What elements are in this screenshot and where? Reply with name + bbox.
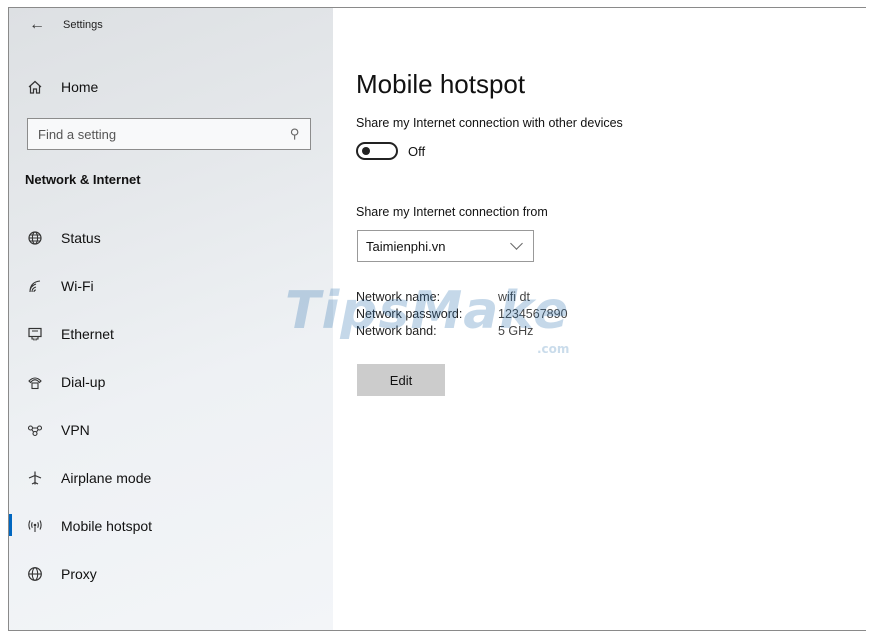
- share-connection-label: Share my Internet connection with other …: [356, 116, 623, 130]
- sidebar-item-home[interactable]: Home: [25, 78, 98, 96]
- dial-up-icon: [25, 373, 45, 391]
- sidebar-item-proxy[interactable]: Proxy: [9, 550, 333, 598]
- edit-button[interactable]: Edit: [357, 364, 445, 396]
- back-arrow-icon[interactable]: ←: [29, 17, 45, 33]
- section-heading: Network & Internet: [25, 172, 141, 187]
- sidebar-item-label: Airplane mode: [61, 470, 152, 486]
- network-band-label: Network band:: [356, 323, 437, 338]
- sidebar-item-mobile-hotspot[interactable]: Mobile hotspot: [9, 502, 333, 550]
- network-password-value: 1234567890: [498, 306, 568, 321]
- sidebar-item-ethernet[interactable]: Ethernet: [9, 310, 333, 358]
- sidebar-item-label: Dial-up: [61, 374, 106, 390]
- search-icon[interactable]: ⚲: [290, 126, 300, 142]
- search-input[interactable]: [38, 126, 258, 142]
- sidebar-item-label: Status: [61, 230, 101, 246]
- hotspot-toggle[interactable]: [356, 142, 398, 160]
- share-from-value: Taimienphi.vn: [366, 238, 446, 254]
- sidebar-item-airplane-mode[interactable]: Airplane mode: [9, 454, 333, 502]
- main-content: Mobile hotspot Share my Internet connect…: [356, 8, 866, 630]
- toggle-state-label: Off: [408, 143, 426, 159]
- sidebar-nav: Status Wi-Fi Ethernet Dial-up VPN Airpla…: [9, 214, 333, 598]
- globe-status-icon: [25, 229, 45, 247]
- toggle-knob: [362, 147, 370, 155]
- search-box[interactable]: ⚲: [27, 118, 311, 150]
- network-name-row: Network name: wifi dt: [356, 288, 568, 305]
- sidebar-item-label: Wi-Fi: [61, 278, 94, 294]
- sidebar-item-wifi[interactable]: Wi-Fi: [9, 262, 333, 310]
- home-icon: [25, 78, 45, 96]
- home-label: Home: [61, 79, 99, 95]
- sidebar-item-dial-up[interactable]: Dial-up: [9, 358, 333, 406]
- network-password-row: Network password: 1234567890: [356, 305, 568, 322]
- network-name-value: wifi dt: [498, 289, 530, 304]
- sidebar: ← Settings Home ⚲ Network & Internet Sta…: [9, 8, 333, 630]
- sidebar-item-label: Ethernet: [61, 326, 114, 342]
- network-properties: Network name: wifi dt Network password: …: [356, 288, 568, 339]
- airplane-icon: [25, 469, 45, 487]
- globe-icon: [25, 565, 45, 583]
- title-bar: ← Settings: [29, 17, 103, 33]
- app-title: Settings: [63, 19, 103, 31]
- hotspot-toggle-row: Off: [356, 142, 425, 160]
- network-band-value: 5 GHz: [498, 323, 534, 338]
- chevron-down-icon: [510, 237, 523, 250]
- hotspot-icon: [25, 517, 45, 535]
- wifi-icon: [25, 277, 45, 295]
- sidebar-item-vpn[interactable]: VPN: [9, 406, 333, 454]
- sidebar-item-label: VPN: [61, 422, 90, 438]
- network-password-label: Network password:: [356, 306, 463, 321]
- share-from-label: Share my Internet connection from: [356, 205, 548, 219]
- vpn-icon: [25, 421, 45, 439]
- network-band-row: Network band: 5 GHz: [356, 322, 568, 339]
- page-title: Mobile hotspot: [356, 69, 526, 99]
- network-name-label: Network name:: [356, 289, 441, 304]
- settings-window: ← Settings Home ⚲ Network & Internet Sta…: [8, 7, 866, 631]
- sidebar-item-label: Mobile hotspot: [61, 518, 153, 534]
- sidebar-item-status[interactable]: Status: [9, 214, 333, 262]
- share-from-dropdown[interactable]: Taimienphi.vn: [357, 230, 534, 262]
- ethernet-icon: [25, 325, 45, 343]
- sidebar-item-label: Proxy: [61, 566, 97, 582]
